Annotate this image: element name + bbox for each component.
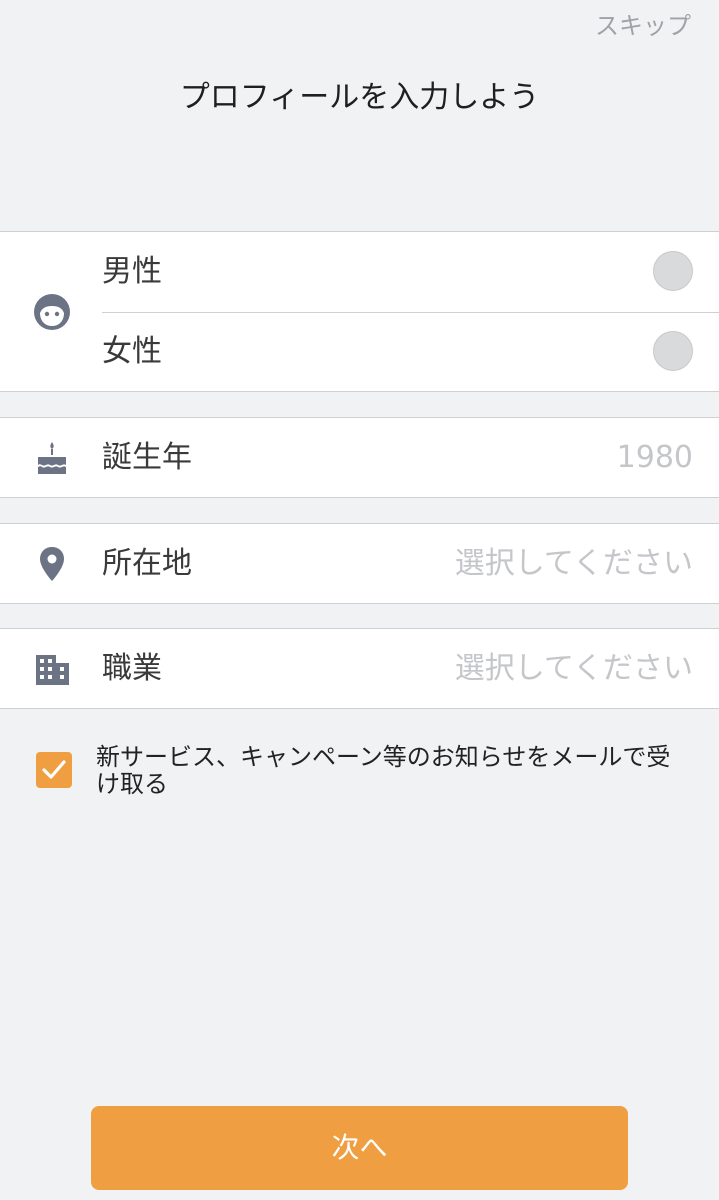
location-row[interactable]: 所在地 選択してください bbox=[0, 523, 719, 604]
gender-male-radio[interactable] bbox=[653, 251, 693, 291]
occupation-label: 職業 bbox=[102, 651, 162, 686]
location-label: 所在地 bbox=[102, 546, 192, 581]
newsletter-checkbox[interactable] bbox=[36, 752, 72, 788]
birth-year-row[interactable]: 誕生年 1980 bbox=[0, 417, 719, 498]
next-button[interactable]: 次へ bbox=[91, 1106, 628, 1190]
gender-female-radio[interactable] bbox=[653, 331, 693, 371]
birth-year-value: 1980 bbox=[616, 440, 693, 475]
birth-year-label: 誕生年 bbox=[102, 440, 192, 475]
occupation-row[interactable]: 職業 選択してください bbox=[0, 628, 719, 709]
skip-button[interactable]: スキップ bbox=[595, 6, 691, 41]
gender-option-male[interactable]: 男性 bbox=[102, 232, 719, 313]
building-icon bbox=[36, 655, 69, 685]
check-icon bbox=[42, 760, 66, 779]
gender-section: 男性 女性 bbox=[0, 231, 719, 392]
newsletter-optin[interactable]: 新サービス、キャンペーン等のお知らせをメールで受け取る bbox=[36, 742, 691, 812]
gender-option-female[interactable]: 女性 bbox=[102, 312, 719, 392]
page-title: プロフィールを入力しよう bbox=[179, 80, 540, 115]
occupation-placeholder: 選択してください bbox=[454, 651, 693, 686]
newsletter-label: 新サービス、キャンペーン等のお知らせをメールで受け取る bbox=[96, 743, 671, 798]
cake-icon bbox=[38, 442, 66, 474]
gender-male-label: 男性 bbox=[102, 254, 162, 289]
location-placeholder: 選択してください bbox=[454, 546, 693, 581]
face-icon bbox=[34, 294, 70, 330]
gender-female-label: 女性 bbox=[102, 334, 162, 369]
map-pin-icon bbox=[40, 547, 64, 581]
